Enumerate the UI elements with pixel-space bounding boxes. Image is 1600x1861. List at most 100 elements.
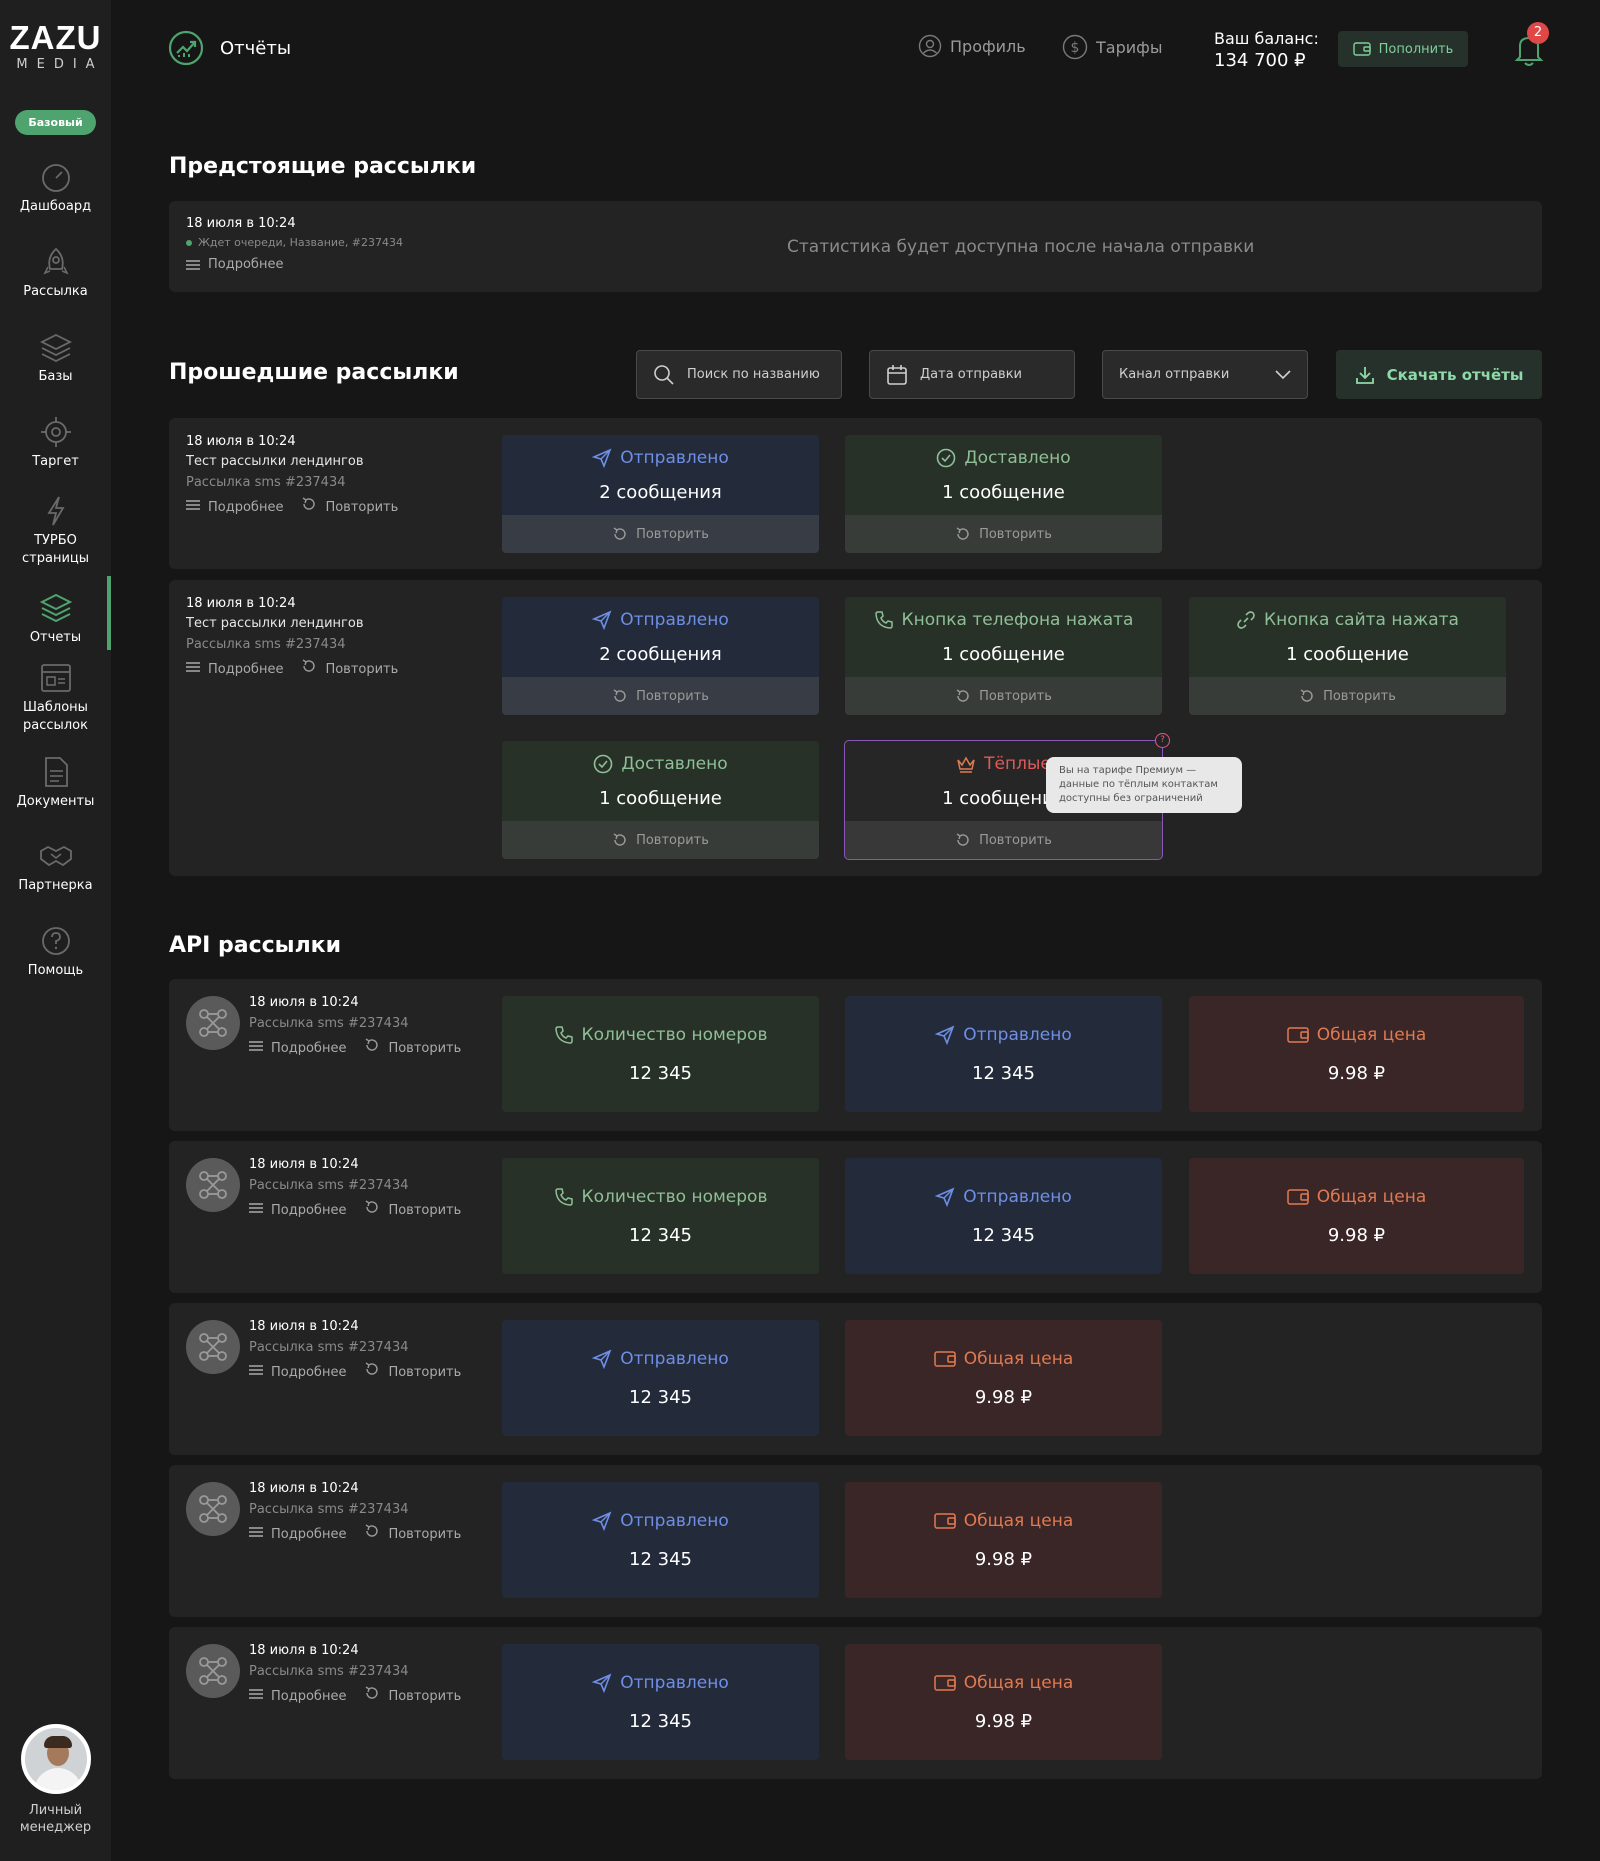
sidebar-item-8[interactable]: Документы: [0, 755, 111, 811]
repeat-icon: [955, 688, 971, 704]
api-stat-tile[interactable]: Отправлено 12 345: [845, 996, 1162, 1112]
sidebar-item-1[interactable]: Дашбоард: [0, 160, 111, 216]
sidebar-item-9[interactable]: Партнерка: [0, 839, 111, 895]
api-stat-tile[interactable]: Общая цена 9.98 ₽: [1189, 996, 1524, 1112]
tile-label: Отправлено: [620, 609, 729, 630]
integration-avatar: [186, 1158, 240, 1212]
tile-value: 9.98 ₽: [974, 1386, 1033, 1408]
search-input[interactable]: Поиск по названию: [636, 350, 842, 399]
repeat-link[interactable]: Повторить: [301, 496, 398, 520]
more-link[interactable]: Подробнее: [249, 1685, 346, 1709]
api-stat-tile[interactable]: Общая цена 9.98 ₽: [845, 1482, 1162, 1598]
more-link[interactable]: Подробнее: [249, 1361, 346, 1385]
sidebar-item-10[interactable]: Помощь: [0, 924, 111, 980]
channel-select[interactable]: Канал отправки: [1102, 350, 1308, 399]
repeat-link[interactable]: Повторить: [301, 658, 398, 682]
card-name: Тест рассылки лендингов: [186, 616, 364, 631]
sidebar-item-5[interactable]: ТУРБО страницы: [0, 494, 111, 568]
network-icon: [199, 1657, 227, 1685]
repeat-link[interactable]: Повторить: [364, 1037, 461, 1061]
list-icon: [249, 1524, 263, 1546]
repeat-button[interactable]: Повторить: [845, 515, 1162, 553]
wallet-icon: [1287, 1026, 1309, 1044]
sidebar-item-2[interactable]: Рассылка: [0, 245, 111, 301]
topup-button[interactable]: Пополнить: [1338, 31, 1468, 67]
api-stat-tile[interactable]: Отправлено 12 345: [502, 1644, 819, 1760]
sidebar-item-label: Документы: [16, 794, 95, 809]
api-stat-tile[interactable]: Общая цена 9.98 ₽: [845, 1644, 1162, 1760]
download-reports-button[interactable]: Скачать отчёты: [1336, 350, 1542, 399]
network-icon: [199, 1171, 227, 1199]
card-date: 18 июля в 10:24: [249, 1643, 359, 1658]
upcoming-message: Статистика будет доступна после начала о…: [787, 237, 1255, 257]
repeat-button[interactable]: Повторить: [1189, 677, 1506, 715]
stat-tile[interactable]: Кнопка сайта нажата 1 сообщение Повторит…: [1189, 597, 1506, 715]
tile-label: Количество номеров: [581, 1024, 768, 1045]
sidebar-item-6[interactable]: Отчеты: [0, 591, 111, 647]
more-link[interactable]: Подробнее: [249, 1037, 346, 1061]
manager-avatar[interactable]: [20, 1724, 91, 1794]
info-icon[interactable]: ?: [1155, 733, 1170, 748]
link-icon: [1236, 610, 1256, 630]
plan-badge[interactable]: Базовый: [15, 110, 96, 135]
template-icon: [40, 664, 71, 692]
balance-label: Ваш баланс:: [1214, 29, 1319, 48]
upcoming-title: Предстоящие рассылки: [169, 154, 477, 179]
api-stat-tile[interactable]: Отправлено 12 345: [845, 1158, 1162, 1274]
date-filter[interactable]: Дата отправки: [869, 350, 1075, 399]
repeat-button[interactable]: Повторить: [845, 821, 1162, 859]
stat-tile[interactable]: Доставлено 1 сообщение Повторить: [845, 435, 1162, 553]
stat-tile[interactable]: Кнопка телефона нажата 1 сообщение Повто…: [845, 597, 1162, 715]
api-stat-tile[interactable]: Отправлено 12 345: [502, 1320, 819, 1436]
more-link[interactable]: Подробнее: [186, 496, 283, 520]
sidebar-item-4[interactable]: Таргет: [0, 415, 111, 471]
profile-link[interactable]: Профиль: [918, 34, 1026, 58]
repeat-button[interactable]: Повторить: [502, 677, 819, 715]
tile-label: Отправлено: [620, 1672, 729, 1693]
personal-manager[interactable]: Личный менеджер: [0, 1724, 111, 1836]
api-stat-tile[interactable]: Общая цена 9.98 ₽: [1189, 1158, 1524, 1274]
logo[interactable]: ZAZU MEDIA: [0, 20, 111, 74]
chevron-down-icon: [1275, 369, 1291, 379]
repeat-link[interactable]: Повторить: [364, 1199, 461, 1223]
repeat-link[interactable]: Повторить: [364, 1685, 461, 1709]
repeat-button[interactable]: Повторить: [845, 677, 1162, 715]
send-icon: [935, 1025, 955, 1045]
repeat-link[interactable]: Повторить: [364, 1523, 461, 1547]
sidebar-item-3[interactable]: Базы: [0, 330, 111, 386]
sidebar-item-label: Помощь: [27, 963, 84, 978]
more-link[interactable]: Подробнее: [249, 1523, 346, 1547]
more-link[interactable]: Подробнее: [249, 1199, 346, 1223]
api-stat-tile[interactable]: Общая цена 9.98 ₽: [845, 1320, 1162, 1436]
stat-tile[interactable]: Доставлено 1 сообщение Повторить: [502, 741, 819, 859]
card-sub: Рассылка sms #237434: [249, 1664, 409, 1679]
api-stat-tile[interactable]: Количество номеров 12 345: [502, 996, 819, 1112]
repeat-button[interactable]: Повторить: [502, 515, 819, 553]
wallet-icon: [1287, 1188, 1309, 1206]
notifications-button[interactable]: 2: [1512, 22, 1549, 68]
api-stat-tile[interactable]: Количество номеров 12 345: [502, 1158, 819, 1274]
tile-label: Общая цена: [963, 1672, 1074, 1693]
target-icon: [40, 417, 71, 447]
api-stat-tile[interactable]: Отправлено 12 345: [502, 1482, 819, 1598]
repeat-button[interactable]: Повторить: [502, 821, 819, 859]
repeat-icon: [364, 1685, 380, 1709]
tile-label: Общая цена: [1316, 1186, 1427, 1207]
repeat-link[interactable]: Повторить: [364, 1361, 461, 1385]
more-link[interactable]: Подробнее: [186, 254, 283, 276]
calendar-icon: [887, 364, 907, 385]
tariffs-link[interactable]: $ Тарифы: [1062, 34, 1162, 60]
integration-avatar: [186, 1644, 240, 1698]
tile-value: 12 345: [972, 1062, 1035, 1084]
repeat-icon: [955, 526, 971, 542]
sidebar-item-label: Таргет: [32, 454, 79, 469]
send-icon: [592, 1673, 612, 1693]
more-link[interactable]: Подробнее: [186, 658, 283, 682]
stat-tile[interactable]: Отправлено 2 сообщения Повторить: [502, 435, 819, 553]
stat-tile[interactable]: Отправлено 2 сообщения Повторить: [502, 597, 819, 715]
tile-value: 12 345: [629, 1062, 692, 1084]
tile-value: 9.98 ₽: [1327, 1062, 1386, 1084]
list-icon: [249, 1200, 263, 1222]
sidebar-item-7[interactable]: Шаблоны рассылок: [0, 661, 111, 735]
wallet-icon: [934, 1512, 956, 1530]
